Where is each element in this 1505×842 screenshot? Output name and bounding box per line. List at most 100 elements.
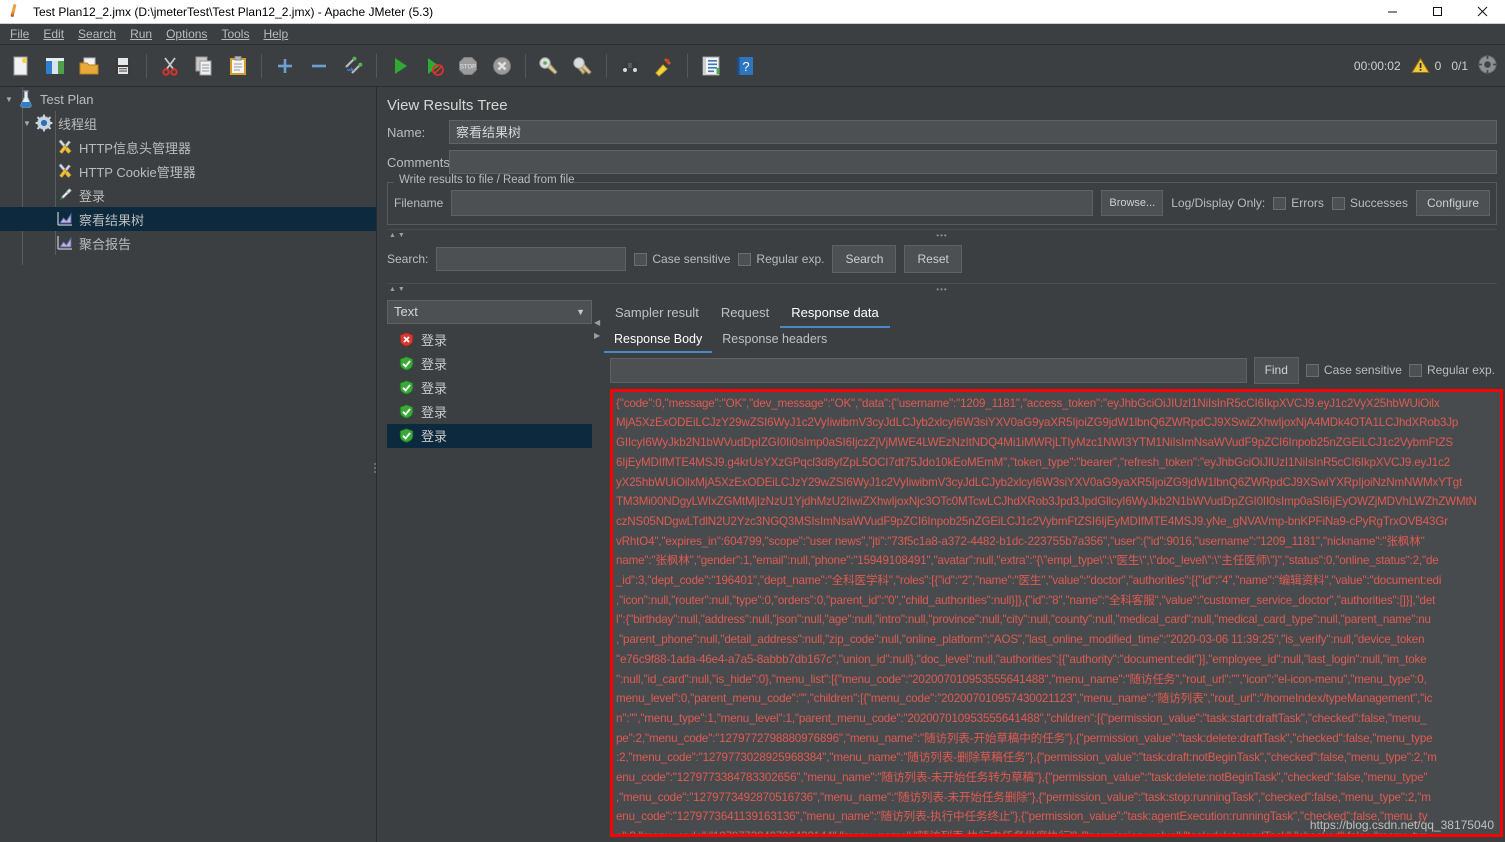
menu-search[interactable]: Search (71, 25, 123, 43)
errors-checkbox-wrap[interactable]: Errors (1273, 196, 1324, 210)
scroll-automatically-row: Scroll automatically? (387, 833, 592, 842)
menu-tools-label: Tools (221, 27, 250, 41)
successes-checkbox[interactable] (1331, 196, 1345, 210)
open-icon[interactable] (75, 51, 103, 81)
tab-response-data[interactable]: Response data (780, 300, 890, 328)
search-binoculars-icon[interactable] (616, 51, 644, 81)
find-case-sensitive-checkbox[interactable] (1305, 363, 1319, 377)
minimize-button[interactable] (1370, 0, 1415, 24)
errors-checkbox[interactable] (1273, 196, 1287, 210)
search-regular-exp-wrap[interactable]: Regular exp. (738, 252, 824, 266)
list-item[interactable]: 登录 (387, 423, 592, 448)
expand-all-icon[interactable] (271, 51, 299, 81)
tab-response-body[interactable]: Response Body (604, 328, 713, 353)
start-no-pauses-icon[interactable] (420, 51, 448, 81)
search-regular-exp-checkbox[interactable] (738, 252, 752, 266)
successes-checkbox-wrap[interactable]: Successes (1331, 196, 1408, 210)
divider-arrows[interactable]: ▲▼ (387, 286, 407, 293)
maximize-button[interactable] (1415, 0, 1460, 24)
test-plan-icon (16, 89, 36, 109)
search-case-sensitive-wrap[interactable]: Case sensitive (634, 252, 730, 266)
tree-item-http-sampler-login[interactable]: 登录 (0, 183, 376, 207)
tree-item-aggregate-report[interactable]: 聚合报告 (0, 231, 376, 255)
tree-item-http-cookie-manager[interactable]: HTTP Cookie管理器 (0, 159, 376, 183)
browse-button[interactable]: Browse... (1101, 190, 1164, 216)
list-item[interactable]: 登录 (387, 352, 592, 376)
list-item[interactable]: 登录 (387, 328, 592, 352)
menu-options[interactable]: Options (159, 25, 214, 43)
shutdown-icon[interactable] (488, 51, 516, 81)
collapsible-divider-bottom[interactable]: ▲▼ ••• (387, 283, 1497, 295)
configure-button[interactable]: Configure (1415, 190, 1490, 216)
stop-icon[interactable]: STOP (454, 51, 482, 81)
divider-grip[interactable]: ••• (936, 231, 947, 240)
toolbar-separator (687, 53, 688, 78)
response-body-textarea[interactable]: {"code":0,"message":"OK","dev_message":"… (610, 388, 1503, 838)
splitter-arrows[interactable]: ◀ ▶ (594, 318, 600, 340)
horizontal-splitter-handle[interactable] (372, 457, 377, 479)
vertical-splitter[interactable]: ◀ ▶ (592, 300, 604, 842)
divider-arrows[interactable]: ▲▼ (387, 232, 407, 239)
function-helper-icon[interactable] (697, 51, 725, 81)
tree-expander[interactable]: ▼ (20, 119, 34, 128)
collapse-all-icon[interactable] (305, 51, 333, 81)
find-regular-exp-wrap[interactable]: Regular exp. (1408, 363, 1499, 377)
svg-text:?: ? (742, 59, 749, 74)
splitter-collapse-left-icon[interactable]: ◀ (594, 318, 600, 327)
comments-input[interactable] (449, 150, 1497, 174)
copy-icon[interactable] (190, 51, 218, 81)
find-regular-exp-checkbox[interactable] (1408, 363, 1422, 377)
find-case-sensitive-wrap[interactable]: Case sensitive (1305, 363, 1402, 377)
elapsed-time: 00:00:02 (1353, 58, 1401, 73)
tree-item-thread-group[interactable]: ▼ 线程组 (0, 111, 376, 135)
paste-icon[interactable] (224, 51, 252, 81)
templates-icon[interactable] (41, 51, 69, 81)
find-button[interactable]: Find (1253, 356, 1299, 384)
menu-tools[interactable]: Tools (214, 25, 256, 43)
tree-item-label: Test Plan (40, 91, 94, 107)
reset-button[interactable]: Reset (904, 245, 962, 274)
menu-file[interactable]: File (3, 25, 36, 43)
menu-edit[interactable]: Edit (36, 25, 71, 43)
response-tabs-column: Sampler result Request Response data Res… (604, 300, 1505, 842)
menu-file-label: File (10, 27, 30, 41)
listener-icon (55, 209, 75, 229)
tab-request[interactable]: Request (710, 300, 780, 328)
results-list[interactable]: 登录 登录 登录 登录 登录 (387, 327, 592, 834)
tree-expander[interactable]: ▼ (2, 95, 16, 104)
tree-item-view-results-tree[interactable]: 察看结果树 (0, 207, 376, 231)
renderer-select[interactable]: Text ▼ (387, 299, 592, 324)
test-plan-tree[interactable]: ▼ Test Plan ▼ 线程组 HTTP信息头管理器 HTTP Cookie… (0, 87, 377, 842)
menu-help[interactable]: Help (256, 25, 295, 43)
clear-icon[interactable] (535, 51, 563, 81)
splitter-collapse-right-icon[interactable]: ▶ (594, 331, 600, 340)
list-item[interactable]: 登录 (387, 376, 592, 400)
search-reset-icon[interactable] (650, 51, 678, 81)
tree-item-http-header-manager[interactable]: HTTP信息头管理器 (0, 135, 376, 159)
search-button[interactable]: Search (832, 245, 897, 274)
toggle-icon[interactable] (339, 51, 367, 81)
find-input[interactable] (610, 357, 1247, 383)
search-case-sensitive-label: Case sensitive (652, 252, 731, 267)
start-icon[interactable] (386, 51, 414, 81)
tab-response-headers[interactable]: Response headers (712, 328, 837, 353)
menu-run[interactable]: Run (123, 25, 159, 43)
tab-sampler-result[interactable]: Sampler result (604, 300, 710, 328)
warning-indicator[interactable]: 0 (1410, 57, 1441, 74)
save-icon[interactable] (109, 51, 137, 81)
close-button[interactable] (1460, 0, 1505, 24)
help-icon[interactable]: ? (731, 51, 759, 81)
clear-all-icon[interactable] (569, 51, 597, 81)
collapsible-divider-top[interactable]: ▲▼ ••• (387, 229, 1497, 241)
cut-icon[interactable] (156, 51, 184, 81)
divider-grip[interactable]: ••• (936, 285, 947, 294)
search-input[interactable] (436, 247, 627, 272)
active-thread-count: 0/1 (1451, 58, 1468, 73)
filename-input[interactable] (451, 190, 1094, 216)
tree-item-test-plan[interactable]: ▼ Test Plan (0, 87, 376, 111)
search-case-sensitive-checkbox[interactable] (634, 252, 648, 266)
name-input[interactable]: 察看结果树 (449, 120, 1497, 144)
new-icon[interactable] (7, 51, 35, 81)
list-item[interactable]: 登录 (387, 400, 592, 424)
filename-row: Filename Browse... Log/Display Only: Err… (394, 190, 1490, 216)
